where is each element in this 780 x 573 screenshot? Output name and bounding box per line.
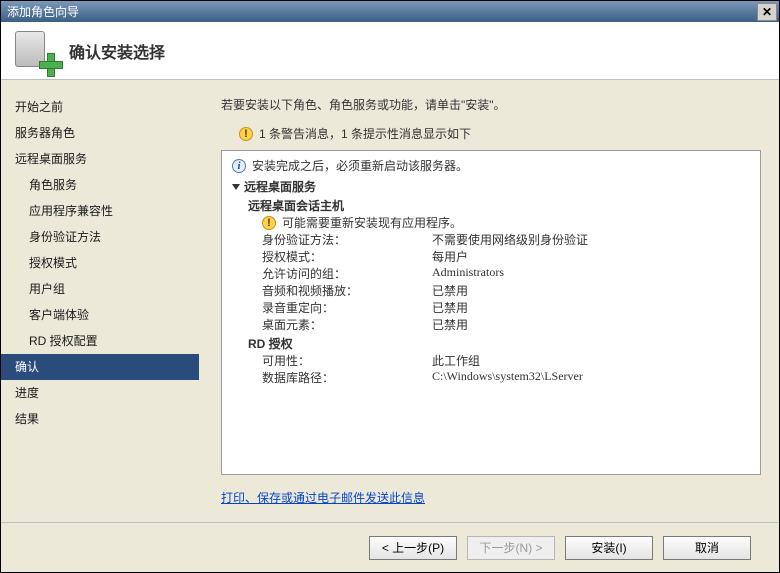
expand-triangle-icon [232, 184, 240, 190]
wizard-header: 确认安装选择 [1, 22, 779, 80]
setting-row: 允许访问的组：Administrators [262, 265, 750, 282]
category-label: 远程桌面服务 [244, 178, 316, 195]
setting-key: 授权模式： [262, 248, 432, 265]
message-summary: ! 1 条警告消息，1 条提示性消息显示如下 [239, 125, 761, 142]
prev-button[interactable]: < 上一步(P) [369, 536, 457, 560]
page-title: 确认安装选择 [69, 39, 165, 63]
setting-row: 数据库路径：C:\Windows\system32\LServer [262, 369, 750, 386]
nav-item-5[interactable]: 身份验证方法 [1, 224, 199, 250]
nav-item-2[interactable]: 远程桌面服务 [1, 146, 199, 172]
setting-value: 不需要使用网络级别身份验证 [432, 231, 588, 248]
setting-value: 此工作组 [432, 352, 480, 369]
wizard-window: 添加角色向导 ✕ 确认安装选择 开始之前服务器角色远程桌面服务角色服务应用程序兼… [0, 0, 780, 573]
nav-item-7[interactable]: 用户组 [1, 276, 199, 302]
nav-item-10[interactable]: 确认 [1, 354, 199, 380]
nav-item-12[interactable]: 结果 [1, 406, 199, 432]
setting-value: 已禁用 [432, 282, 468, 299]
setting-row: 可用性：此工作组 [262, 352, 750, 369]
nav-item-1[interactable]: 服务器角色 [1, 120, 199, 146]
info-icon: i [232, 159, 246, 173]
restart-info-row: i 安装完成之后，必须重新启动该服务器。 [232, 157, 750, 174]
setting-value: 已禁用 [432, 316, 468, 333]
wizard-footer: < 上一步(P) 下一步(N) > 安装(I) 取消 [1, 522, 779, 572]
setting-value: 每用户 [432, 248, 468, 265]
setting-key: 允许访问的组： [262, 265, 432, 282]
nav-item-4[interactable]: 应用程序兼容性 [1, 198, 199, 224]
window-title: 添加角色向导 [7, 3, 757, 20]
nav-item-3[interactable]: 角色服务 [1, 172, 199, 198]
export-link-row: 打印、保存或通过电子邮件发送此信息 [221, 489, 761, 506]
install-button[interactable]: 安装(I) [565, 536, 653, 560]
nav-item-9[interactable]: RD 授权配置 [1, 328, 199, 354]
setting-value: 已禁用 [432, 299, 468, 316]
message-summary-text: 1 条警告消息，1 条提示性消息显示如下 [259, 125, 471, 142]
nav-sidebar: 开始之前服务器角色远程桌面服务角色服务应用程序兼容性身份验证方法授权模式用户组客… [1, 80, 199, 522]
warning-icon: ! [239, 127, 253, 141]
setting-value: C:\Windows\system32\LServer [432, 369, 583, 386]
content-pane: 若要安装以下角色、角色服务或功能，请单击"安装"。 ! 1 条警告消息，1 条提… [199, 80, 779, 522]
next-button: 下一步(N) > [467, 536, 555, 560]
server-add-icon [15, 31, 55, 71]
setting-key: 身份验证方法： [262, 231, 432, 248]
summary-panel: i 安装完成之后，必须重新启动该服务器。 远程桌面服务 远程桌面会话主机 ! 可… [221, 150, 761, 475]
setting-key: 数据库路径： [262, 369, 432, 386]
nav-item-8[interactable]: 客户端体验 [1, 302, 199, 328]
setting-row: 桌面元素：已禁用 [262, 316, 750, 333]
restart-info-text: 安装完成之后，必须重新启动该服务器。 [252, 157, 468, 174]
setting-row: 音频和视频播放：已禁用 [262, 282, 750, 299]
nav-item-11[interactable]: 进度 [1, 380, 199, 406]
setting-key: 音频和视频播放： [262, 282, 432, 299]
setting-row: 授权模式：每用户 [262, 248, 750, 265]
wizard-body: 开始之前服务器角色远程桌面服务角色服务应用程序兼容性身份验证方法授权模式用户组客… [1, 80, 779, 522]
rd-licensing-settings: 可用性：此工作组数据库路径：C:\Windows\system32\LServe… [232, 352, 750, 386]
export-link[interactable]: 打印、保存或通过电子邮件发送此信息 [221, 491, 425, 505]
session-host-settings: 身份验证方法：不需要使用网络级别身份验证授权模式：每用户允许访问的组：Admin… [232, 231, 750, 333]
nav-item-0[interactable]: 开始之前 [1, 94, 199, 120]
close-button[interactable]: ✕ [757, 3, 777, 21]
setting-key: 桌面元素： [262, 316, 432, 333]
setting-row: 录音重定向：已禁用 [262, 299, 750, 316]
category-rds[interactable]: 远程桌面服务 [232, 178, 750, 195]
session-warning-row: ! 可能需要重新安装现有应用程序。 [262, 214, 750, 231]
session-host-heading: 远程桌面会话主机 [248, 197, 750, 214]
titlebar: 添加角色向导 ✕ [1, 1, 779, 22]
nav-item-6[interactable]: 授权模式 [1, 250, 199, 276]
warning-icon: ! [262, 216, 276, 230]
setting-value: Administrators [432, 265, 504, 282]
setting-key: 可用性： [262, 352, 432, 369]
setting-key: 录音重定向： [262, 299, 432, 316]
session-warning-text: 可能需要重新安装现有应用程序。 [282, 214, 462, 231]
setting-row: 身份验证方法：不需要使用网络级别身份验证 [262, 231, 750, 248]
rd-licensing-heading: RD 授权 [248, 335, 750, 352]
intro-text: 若要安装以下角色、角色服务或功能，请单击"安装"。 [221, 96, 761, 113]
cancel-button[interactable]: 取消 [663, 536, 751, 560]
